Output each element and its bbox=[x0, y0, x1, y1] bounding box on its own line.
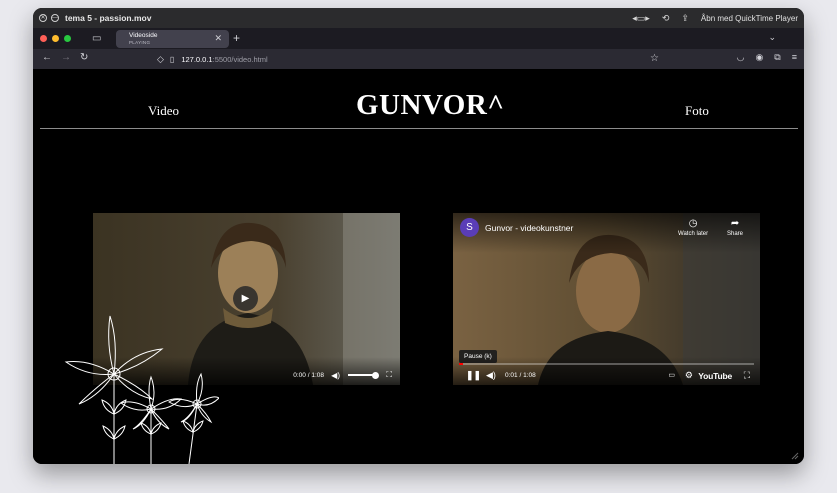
watch-later-label: Watch later bbox=[678, 231, 709, 237]
youtube-time-display: 0:01 / 1:08 bbox=[505, 372, 536, 379]
web-page: Video GUNVOR^ Foto ▶ 0:00 / 1:08 ◀) ⛶ S … bbox=[33, 69, 804, 464]
close-tab-icon[interactable]: ✕ bbox=[214, 33, 222, 44]
extensions-icon[interactable]: ⧉ bbox=[774, 52, 780, 63]
header-divider bbox=[40, 128, 798, 129]
play-button[interactable]: ▶ bbox=[233, 286, 258, 311]
zoom-window-button[interactable] bbox=[64, 35, 71, 42]
youtube-logo[interactable]: YouTube bbox=[698, 371, 732, 381]
minimize-window-button[interactable] bbox=[52, 35, 59, 42]
traffic-lights bbox=[40, 35, 71, 42]
volume-icon[interactable]: ◀) bbox=[486, 370, 496, 381]
resize-icon[interactable]: ◂▭▸ bbox=[632, 13, 650, 24]
browser-nav-bar: ← → ↻ ◇ ▯ 127.0.0.1:5500/video.html ☆ ◡ … bbox=[33, 49, 804, 69]
tracking-shield-icon[interactable]: ◇ bbox=[157, 54, 164, 65]
url-bar[interactable]: ◇ ▯ 127.0.0.1:5500/video.html ☆ bbox=[148, 51, 665, 67]
share-label: Share bbox=[727, 231, 744, 237]
back-icon[interactable]: ← bbox=[42, 52, 52, 63]
youtube-top-overlay bbox=[453, 213, 760, 253]
minimize-icon[interactable]: — bbox=[51, 14, 59, 22]
open-with-quicktime-button[interactable]: Åbn med QuickTime Player bbox=[701, 14, 798, 23]
window-resize-grip-icon[interactable] bbox=[791, 452, 799, 460]
close-window-button[interactable] bbox=[40, 35, 47, 42]
quicktime-titlebar: ✕ — tema 5 - passion.mov ◂▭▸ ⟲ ⇪ Åbn med… bbox=[33, 8, 804, 28]
quicktime-preview-window: ✕ — tema 5 - passion.mov ◂▭▸ ⟲ ⇪ Åbn med… bbox=[33, 8, 804, 464]
close-icon[interactable]: ✕ bbox=[39, 14, 47, 22]
list-all-tabs-icon[interactable]: ⌄ bbox=[768, 32, 776, 43]
watch-later-button[interactable]: ◷ Watch later bbox=[678, 218, 708, 237]
captions-icon[interactable]: ▭ bbox=[668, 371, 675, 379]
share-button[interactable]: ➦ Share bbox=[727, 218, 743, 237]
site-logo[interactable]: GUNVOR^ bbox=[356, 89, 505, 122]
volume-icon[interactable]: ◀) bbox=[331, 371, 340, 380]
youtube-embed[interactable]: S Gunvor - videokunstner ◷ Watch later ➦… bbox=[453, 213, 760, 385]
clock-icon: ◷ bbox=[688, 218, 698, 229]
rotate-icon[interactable]: ⟲ bbox=[662, 13, 670, 24]
window-title: tema 5 - passion.mov bbox=[65, 13, 152, 23]
forward-icon[interactable]: → bbox=[61, 52, 71, 63]
tab-overview-icon[interactable]: ▭ bbox=[92, 33, 101, 44]
share-arrow-icon: ➦ bbox=[730, 218, 740, 229]
tab-videoside[interactable]: Videoside PLAYING ✕ bbox=[116, 30, 229, 48]
browser-tab-strip: ▭ Videoside PLAYING ✕ + ⌄ bbox=[33, 28, 804, 49]
volume-knob[interactable] bbox=[372, 372, 379, 379]
nav-link-foto[interactable]: Foto bbox=[685, 103, 709, 119]
youtube-progress-bar[interactable] bbox=[459, 363, 754, 365]
youtube-progress-fill bbox=[459, 363, 464, 365]
bookmark-star-icon[interactable]: ☆ bbox=[650, 53, 659, 64]
channel-avatar[interactable]: S bbox=[460, 218, 479, 237]
tab-title: Videoside bbox=[129, 32, 158, 39]
flower-illustration-icon bbox=[64, 315, 219, 464]
nav-link-video[interactable]: Video bbox=[148, 103, 179, 119]
fullscreen-icon[interactable]: ⛶ bbox=[744, 370, 750, 381]
url-text[interactable]: 127.0.0.1:5500/video.html bbox=[181, 55, 267, 64]
page-info-icon[interactable]: ▯ bbox=[170, 55, 174, 64]
youtube-video-title[interactable]: Gunvor - videokunstner bbox=[485, 223, 573, 233]
pause-icon[interactable]: ❚❚ bbox=[466, 370, 481, 381]
share-icon[interactable]: ⇪ bbox=[681, 13, 689, 24]
time-display: 0:00 / 1:08 bbox=[293, 372, 324, 379]
account-icon[interactable]: ◉ bbox=[755, 52, 763, 63]
fullscreen-icon[interactable]: ⛶ bbox=[386, 370, 392, 380]
reload-icon[interactable]: ↻ bbox=[80, 52, 88, 63]
new-tab-icon[interactable]: + bbox=[233, 31, 240, 45]
menu-icon[interactable]: ≡ bbox=[792, 52, 797, 63]
settings-gear-icon[interactable]: ⚙ bbox=[685, 370, 693, 381]
tab-playing-label: PLAYING bbox=[129, 39, 151, 45]
pocket-icon[interactable]: ◡ bbox=[737, 52, 745, 63]
